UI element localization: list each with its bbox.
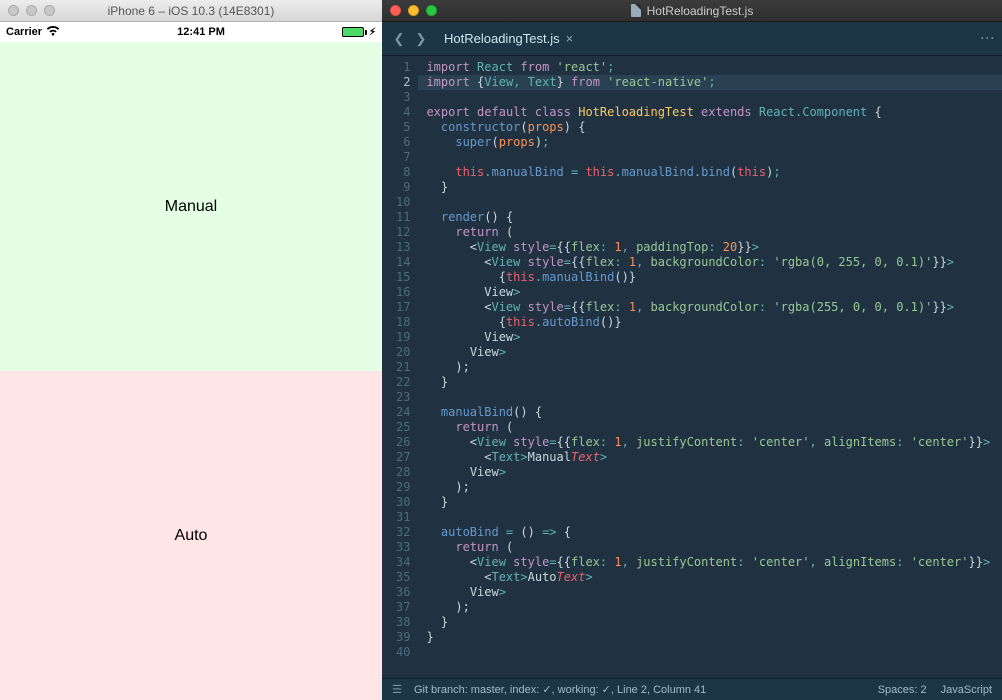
- wifi-icon: [46, 26, 60, 39]
- document-icon: [631, 4, 641, 17]
- editor-titlebar[interactable]: HotReloadingTest.js: [382, 0, 1002, 22]
- code-area[interactable]: import React from 'react';import {View, …: [418, 56, 1002, 678]
- status-language[interactable]: JavaScript: [941, 684, 992, 696]
- statusbar-time: 12:41 PM: [177, 26, 225, 38]
- carrier-label: Carrier: [6, 26, 42, 38]
- simulator-window-title: iPhone 6 – iOS 10.3 (14E8301): [0, 4, 382, 18]
- status-spaces[interactable]: Spaces: 2: [878, 684, 927, 696]
- auto-panel: Auto: [0, 371, 382, 700]
- tab-close-icon[interactable]: ×: [566, 31, 574, 46]
- device-screen: Carrier 12:41 PM ⚡︎ Manual Auto: [0, 22, 382, 700]
- editor-tab[interactable]: HotReloadingTest.js ×: [444, 31, 573, 46]
- editor-toolbar: ❮ ❯ HotReloadingTest.js × ⋮: [382, 22, 1002, 56]
- simulator-titlebar[interactable]: iPhone 6 – iOS 10.3 (14E8301): [0, 0, 382, 22]
- statusbar-menu-icon[interactable]: ☰: [392, 684, 403, 696]
- simulator-window: iPhone 6 – iOS 10.3 (14E8301) Carrier 12…: [0, 0, 382, 700]
- editor-title-text: HotReloadingTest.js: [647, 4, 754, 18]
- status-left: Git branch: master, index: ✓, working: ✓…: [414, 684, 706, 696]
- auto-label: Auto: [175, 527, 208, 545]
- editor-window: HotReloadingTest.js ❮ ❯ HotReloadingTest…: [382, 0, 1002, 700]
- battery-icon: ⚡︎: [342, 27, 376, 38]
- editor-body[interactable]: 1234567891011121314151617181920212223242…: [382, 56, 1002, 678]
- line-number-gutter: 1234567891011121314151617181920212223242…: [382, 56, 418, 678]
- manual-label: Manual: [165, 198, 217, 216]
- nav-back-icon[interactable]: ❮: [388, 31, 410, 47]
- editor-statusbar: ☰ Git branch: master, index: ✓, working:…: [382, 678, 1002, 700]
- ios-statusbar: Carrier 12:41 PM ⚡︎: [0, 22, 382, 42]
- editor-window-title: HotReloadingTest.js: [382, 4, 1002, 18]
- app-root: Manual Auto: [0, 42, 382, 700]
- manual-panel: Manual: [0, 42, 382, 371]
- nav-forward-icon[interactable]: ❯: [410, 31, 432, 47]
- toolbar-overflow-icon[interactable]: ⋮: [980, 31, 996, 47]
- tab-label: HotReloadingTest.js: [444, 31, 560, 46]
